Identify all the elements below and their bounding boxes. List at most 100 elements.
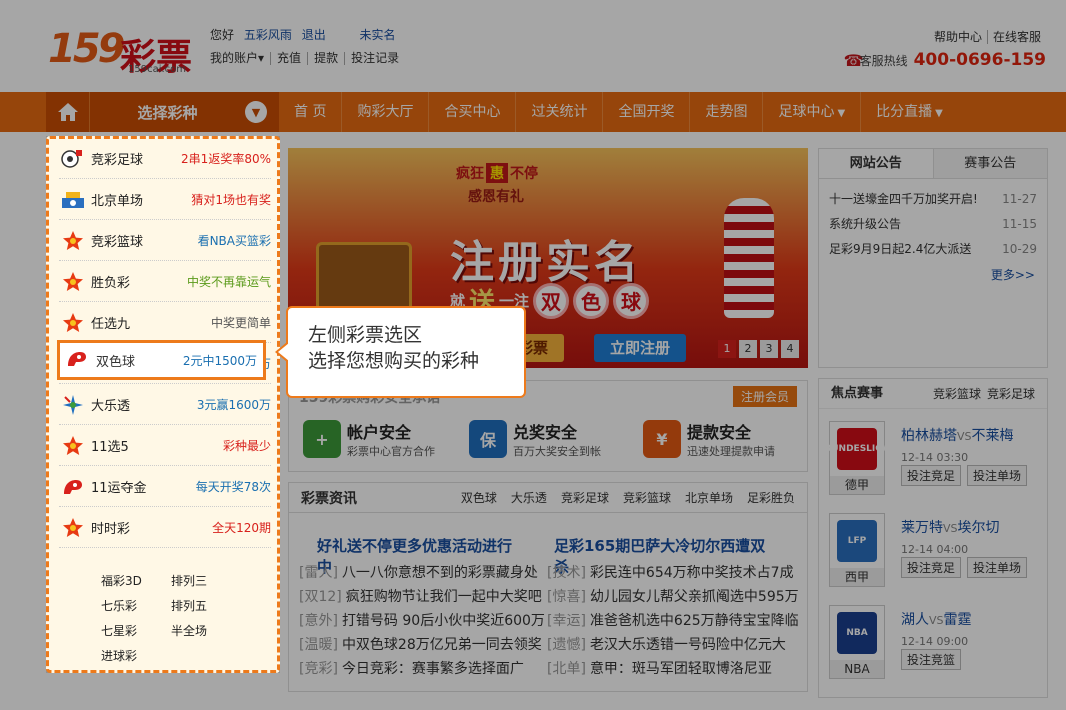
match-teams[interactable]: 湖人VS雷霆 [901, 609, 972, 629]
sidebar-lottery-item[interactable]: 11运夺金 每天开奖78次 [59, 467, 271, 507]
notice-item[interactable]: 十一送壕金四千万加奖开启! 11-27 [819, 187, 1047, 212]
logo-number: 159 [48, 26, 125, 72]
sidebar-item-ssq-highlight[interactable]: 双色球 2元中1500万 [57, 340, 266, 380]
logout-link[interactable]: 退出 [302, 28, 326, 42]
nav-item[interactable]: 过关统计 [516, 92, 604, 132]
notice-item[interactable]: 系统升级公告 11-15 [819, 212, 1047, 237]
focus-match: NBA NBA 湖人VS雷霆 12-14 09:00 投注竞篮 [829, 605, 1039, 689]
account-safety: + 帐户安全 彩票中心官方合作 [303, 419, 435, 459]
nav-item[interactable]: 全国开奖 [603, 92, 691, 132]
news-item[interactable]: [双12] 疯狂购物节让我们一起中大奖吧 [299, 585, 545, 609]
chevron-down-icon[interactable]: ▼ [245, 101, 267, 123]
news-cat[interactable]: 足彩胜负 [747, 489, 795, 506]
sidebar-extra-lottery[interactable]: 福彩3D [101, 572, 171, 589]
match-teams[interactable]: 柏林赫塔VS不莱梅 [901, 425, 1014, 445]
sidebar-extra-lottery[interactable]: 排列三 [171, 572, 241, 589]
username-link[interactable]: 五彩风雨 [244, 28, 292, 42]
bet-history-link[interactable]: 投注记录 [344, 52, 405, 65]
news-item[interactable]: [温暖] 中双色球28万亿兄弟一同去领奖 [299, 633, 545, 657]
sidebar-extra-lottery[interactable]: 进球彩 [101, 647, 171, 664]
news-cat[interactable]: 竞彩篮球 [623, 489, 671, 506]
nav-item[interactable]: 合买中心 [429, 92, 517, 132]
prize-safety: 保 兑奖安全 百万大奖安全到帐 [469, 419, 601, 459]
banner-page-1[interactable]: 1 [718, 340, 736, 358]
recharge-link[interactable]: 充值 [270, 52, 307, 65]
sidebar-lottery-item[interactable]: 任选九 中奖更简单 [59, 303, 271, 343]
help-center-link[interactable]: 帮助中心 [929, 30, 987, 44]
news-cat[interactable]: 大乐透 [511, 489, 547, 506]
sidebar-lottery-item[interactable]: 竞彩篮球 看NBA买篮彩 [59, 221, 271, 261]
match-time: 12-14 09:00 [901, 635, 969, 648]
notice-panel: 网站公告 赛事公告 十一送壕金四千万加奖开启! 11-27 系统升级公告 11-15… [818, 148, 1048, 368]
sidebar-extra-lottery[interactable]: 七乐彩 [101, 597, 171, 614]
news-item[interactable]: [惊喜] 幼儿园女儿帮父亲抓阄选中595万 [547, 585, 799, 609]
news-item[interactable]: [幸运] 准爸爸机选中625万静待宝宝降临 [547, 609, 799, 633]
news-cat[interactable]: 北京单场 [685, 489, 733, 506]
nav-item[interactable]: 购彩大厅 [342, 92, 430, 132]
bet-button[interactable]: 投注竞篮 [901, 649, 962, 670]
news-item[interactable]: [遗憾] 老汉大乐透错一号码险中亿元大 [547, 633, 799, 657]
online-service-link[interactable]: 在线客服 [986, 30, 1046, 44]
match-teams[interactable]: 莱万特VS埃尔切 [901, 517, 1000, 537]
sidebar-extra-lottery[interactable]: 七星彩 [101, 622, 171, 639]
focus-cat[interactable]: 竞彩足球 [987, 379, 1035, 408]
banner-page-4[interactable]: 4 [781, 340, 799, 358]
more-link[interactable]: 更多>> [819, 266, 1047, 283]
nav-item[interactable]: 走势图 [690, 92, 764, 132]
sidebar-extra-lottery[interactable]: 半全场 [171, 622, 241, 639]
lottery-name: 竞彩足球 [91, 153, 144, 168]
sidebar-lottery-item[interactable]: 胜负彩 中奖不再靠运气 [59, 262, 271, 302]
focus-match: BUNDESLIGA 德甲 柏林赫塔VS不莱梅 12-14 03:30 投注竞足 投注单场 [824, 421, 1039, 505]
account-links: 我的账户▾ 充值 提款 投注记录 [210, 52, 405, 65]
my-account-link[interactable]: 我的账户▾ [210, 52, 270, 65]
hotline-label: 客服热线 [859, 53, 908, 68]
banner-page-3[interactable]: 3 [760, 340, 778, 358]
sidebar-lottery-item[interactable]: 时时彩 全天120期 [59, 508, 271, 548]
site-logo[interactable]: 159 彩票 159cai.com [48, 26, 198, 78]
notice-item[interactable]: 足彩9月9日起2.4亿大派送 10-29 [819, 237, 1047, 262]
sidebar-lottery-item[interactable]: 北京单场 猜对1场也有奖 [59, 180, 271, 220]
lottery-name: 任选九 [91, 317, 131, 332]
tab-site-notice[interactable]: 网站公告 [819, 149, 934, 178]
nav-items: 首 页购彩大厅 合买中心 过关统计 全国开奖 走势图 足球中心 ▼ 比分直播 ▼ [279, 92, 958, 132]
news-item[interactable]: [北单] 意甲：斑马军团轻取博洛尼亚 [547, 657, 799, 681]
lottery-select[interactable]: 选择彩种 ▼ [46, 92, 279, 132]
lottery-promo: 看NBA买篮彩 [197, 234, 271, 248]
sidebar-lottery-item[interactable]: 11选5 彩种最少 [59, 426, 271, 466]
tab-match-notice[interactable]: 赛事公告 [933, 149, 1047, 178]
nav-item[interactable]: 足球中心 ▼ [763, 92, 862, 132]
lottery-name: 大乐透 [91, 399, 131, 414]
news-item[interactable]: [竞彩] 今日竞彩：赛事繁多选择面广 [299, 657, 545, 681]
home-icon[interactable] [46, 92, 90, 132]
unverified-link[interactable]: 未实名 [360, 28, 396, 42]
news-item[interactable]: [雷人] 八一八你意想不到的彩票藏身处 [299, 561, 545, 585]
bet-button[interactable]: 投注竞足 [901, 557, 962, 578]
news-cat[interactable]: 双色球 [461, 489, 497, 506]
ticai-icon [59, 392, 87, 418]
banner-slogan: 疯狂惠不停 [456, 163, 538, 183]
nav-item[interactable]: 比分直播 ▼ [861, 92, 958, 132]
lottery-name: 双色球 [96, 354, 136, 370]
lottery-name: 北京单场 [91, 194, 144, 209]
news-cat[interactable]: 竞彩足球 [561, 489, 609, 506]
register-member-button[interactable]: 注册会员 [732, 386, 797, 407]
star-badge-icon [59, 269, 87, 295]
mascot-illustration [724, 198, 774, 318]
focus-match: LFP 西甲 莱万特VS埃尔切 12-14 04:00 投注竞足 投注单场 [829, 513, 1039, 597]
banner-page-2[interactable]: 2 [739, 340, 757, 358]
bet-button[interactable]: 投注单场 [967, 465, 1028, 486]
focus-cat[interactable]: 竞彩篮球 [933, 379, 981, 408]
register-now-button[interactable]: 立即注册 [594, 334, 686, 362]
bet-button[interactable]: 投注竞足 [901, 465, 962, 486]
logo-domain: 159cai.com [128, 64, 187, 75]
sidebar-lottery-item[interactable]: 竞彩足球 2串1返奖率80% [59, 139, 271, 179]
sidebar-extra-lottery[interactable]: 排列五 [171, 597, 241, 614]
news-item[interactable]: [技术] 彩民连中654万称中奖技术占7成 [547, 561, 799, 585]
withdraw-link[interactable]: 提款 [307, 52, 344, 65]
nav-item[interactable]: 首 页 [279, 92, 343, 132]
league-logo: LFP 西甲 [829, 513, 885, 587]
sidebar-lottery-item[interactable]: 大乐透 3元赢1600万 [59, 385, 271, 425]
bet-button[interactable]: 投注单场 [967, 557, 1028, 578]
house-yen-icon: ¥ [643, 420, 681, 458]
news-item[interactable]: [意外] 打错号码 90后小伙中奖近600万 [299, 609, 545, 633]
